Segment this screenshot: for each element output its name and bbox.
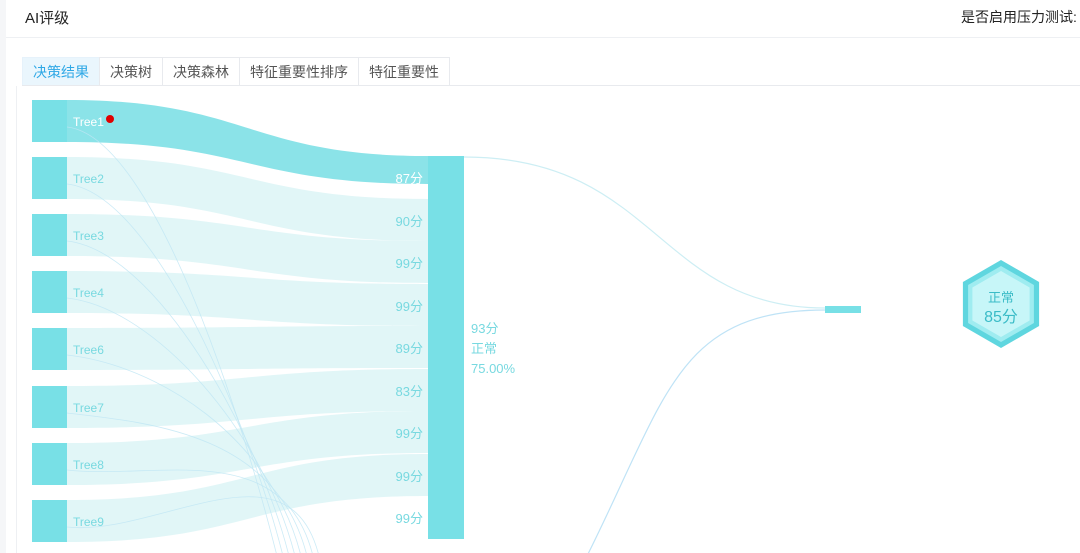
sankey-source-node[interactable] — [32, 214, 67, 256]
sankey-source-node[interactable] — [32, 443, 67, 485]
tab-bar: 决策结果 决策树 决策森林 特征重要性排序 特征重要性 — [22, 57, 1080, 86]
sankey-chart-area: Tree1 Tree2 Tree3 Tree4 Tree6 Tree7 Tree8 Tree9… — [16, 86, 1075, 553]
sankey-source-label: Tree3 — [73, 229, 104, 243]
stress-test-label: 是否启用压力测试: — [961, 9, 1077, 25]
sankey-source-label: Tree9 — [73, 515, 104, 529]
sankey-source-node[interactable] — [32, 100, 67, 142]
tab-decision-result[interactable]: 决策结果 — [22, 57, 100, 85]
tab-feature-importance-ranking[interactable]: 特征重要性排序 — [239, 57, 359, 85]
sankey-score-label: 89分 — [396, 341, 423, 356]
sankey-score-label: 87分 — [396, 171, 423, 186]
sankey-source-node[interactable] — [32, 386, 67, 428]
aggregate-score-label: 93分 — [471, 321, 498, 336]
tab-decision-tree[interactable]: 决策树 — [99, 57, 163, 85]
sankey-source-node[interactable] — [32, 157, 67, 199]
sankey-score-label: 99分 — [396, 299, 423, 314]
panel-header: AI评级 是否启用压力测试: — [6, 0, 1080, 38]
sankey-source-node[interactable] — [32, 500, 67, 542]
sankey-aggregate-node[interactable] — [428, 156, 464, 539]
tab-decision-forest[interactable]: 决策森林 — [162, 57, 240, 85]
sankey-source-label: Tree2 — [73, 172, 104, 186]
sankey-hover-marker — [106, 115, 114, 123]
sankey-source-label: Tree6 — [73, 343, 104, 357]
page-title: AI评级 — [25, 10, 70, 27]
sankey-result-node[interactable] — [825, 306, 861, 313]
sankey-source-label: Tree1 — [73, 115, 104, 129]
aggregate-percent-label: 75.00% — [471, 361, 516, 376]
sankey-score-label: 99分 — [396, 511, 423, 526]
aggregate-status-label: 正常 — [471, 341, 497, 356]
sankey-score-label: 83分 — [396, 384, 423, 399]
sankey-link-result-bottom — [587, 309, 826, 553]
result-score-text: 85分 — [984, 308, 1018, 326]
sankey-score-label: 99分 — [396, 469, 423, 484]
result-status-text: 正常 — [988, 290, 1014, 305]
sankey-source-node[interactable] — [32, 271, 67, 313]
sankey-source-label: Tree7 — [73, 401, 104, 415]
sankey-link-result-top — [463, 156, 826, 309]
sankey-score-label: 90分 — [396, 214, 423, 229]
tab-feature-importance[interactable]: 特征重要性 — [358, 57, 450, 85]
sankey-link-band — [67, 326, 428, 370]
sankey-chart: Tree1 Tree2 Tree3 Tree4 Tree6 Tree7 Tree8 Tree9… — [32, 100, 1040, 553]
sankey-source-node[interactable] — [32, 328, 67, 370]
sankey-source-label: Tree4 — [73, 286, 104, 300]
sankey-source-label: Tree8 — [73, 458, 104, 472]
sankey-score-label: 99分 — [396, 256, 423, 271]
sankey-score-label: 99分 — [396, 426, 423, 441]
